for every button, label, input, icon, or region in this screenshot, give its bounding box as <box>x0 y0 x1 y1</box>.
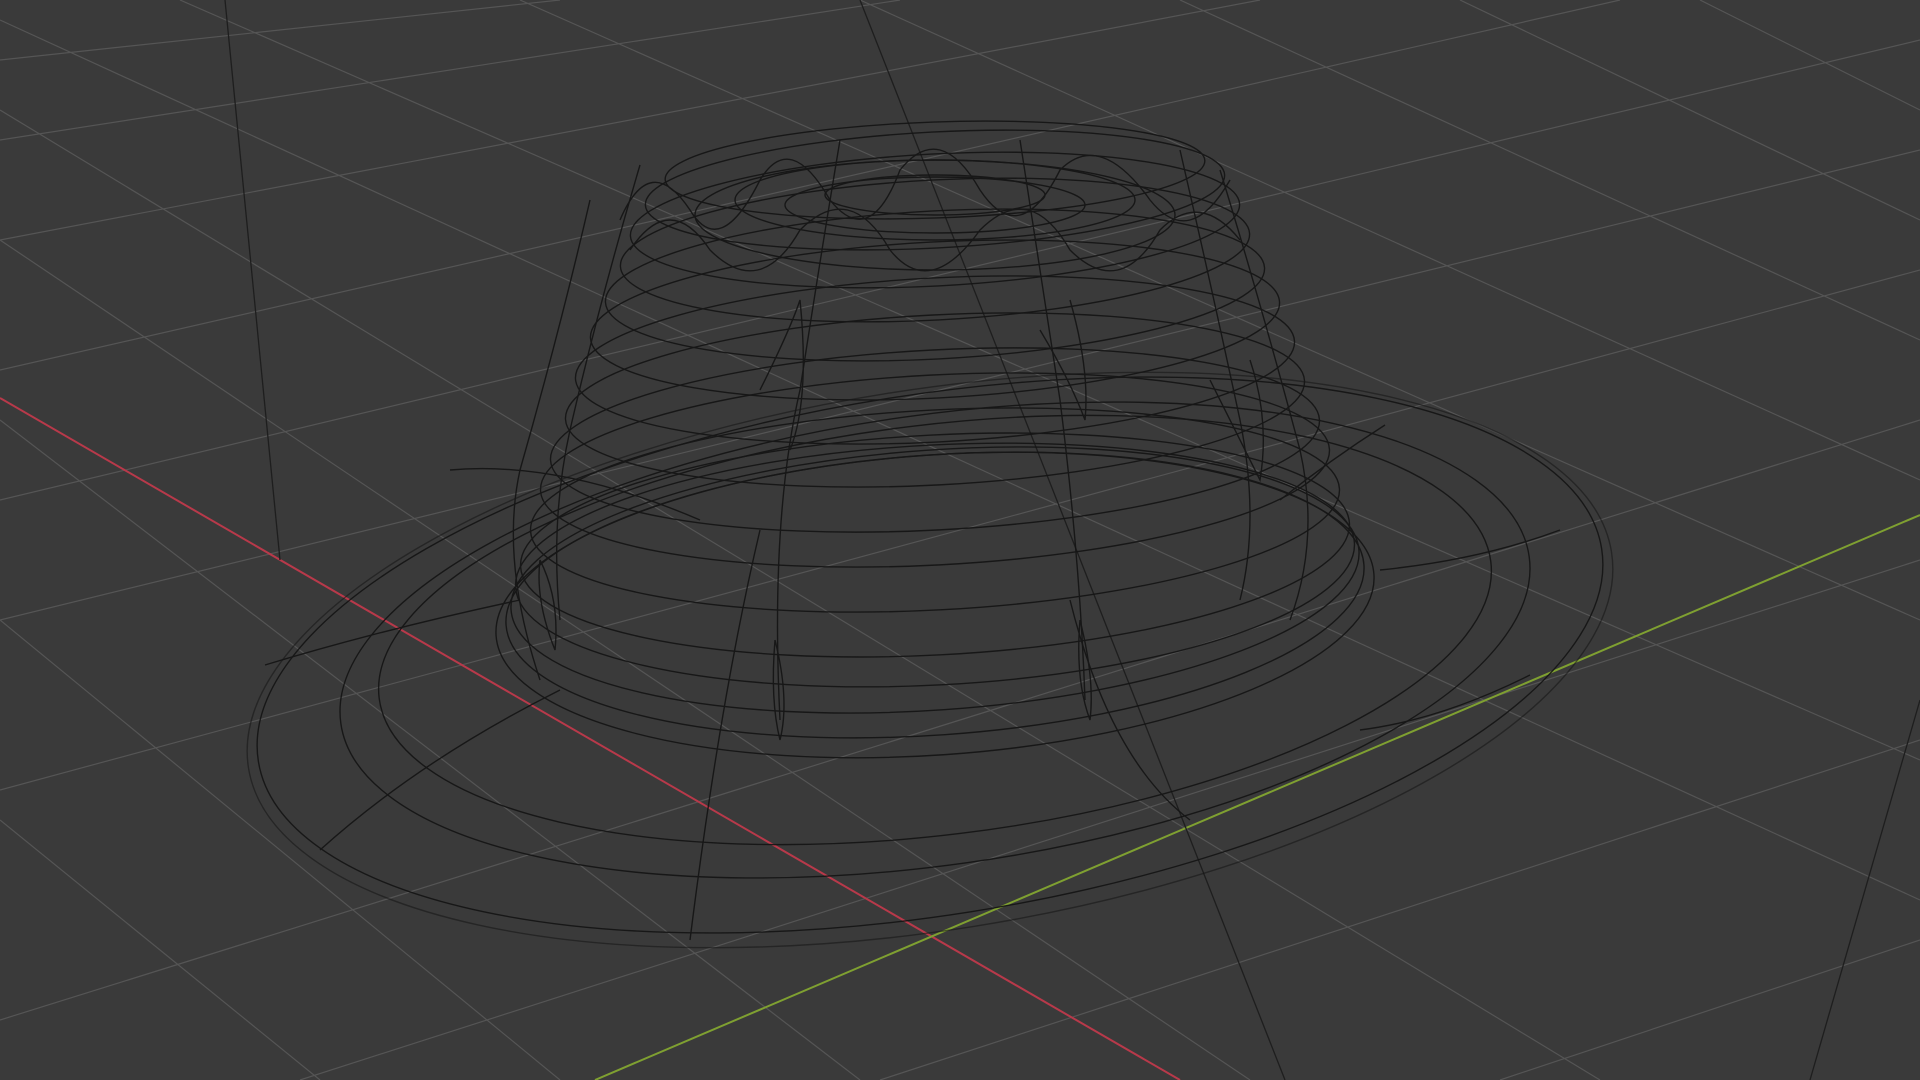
3d-viewport[interactable] <box>0 0 1920 1080</box>
hat-wireframe[interactable] <box>206 113 1653 1035</box>
camera-guide-lines <box>224 0 1920 1080</box>
viewport-canvas[interactable] <box>0 0 1920 1080</box>
y-axis-line <box>594 514 1920 1080</box>
